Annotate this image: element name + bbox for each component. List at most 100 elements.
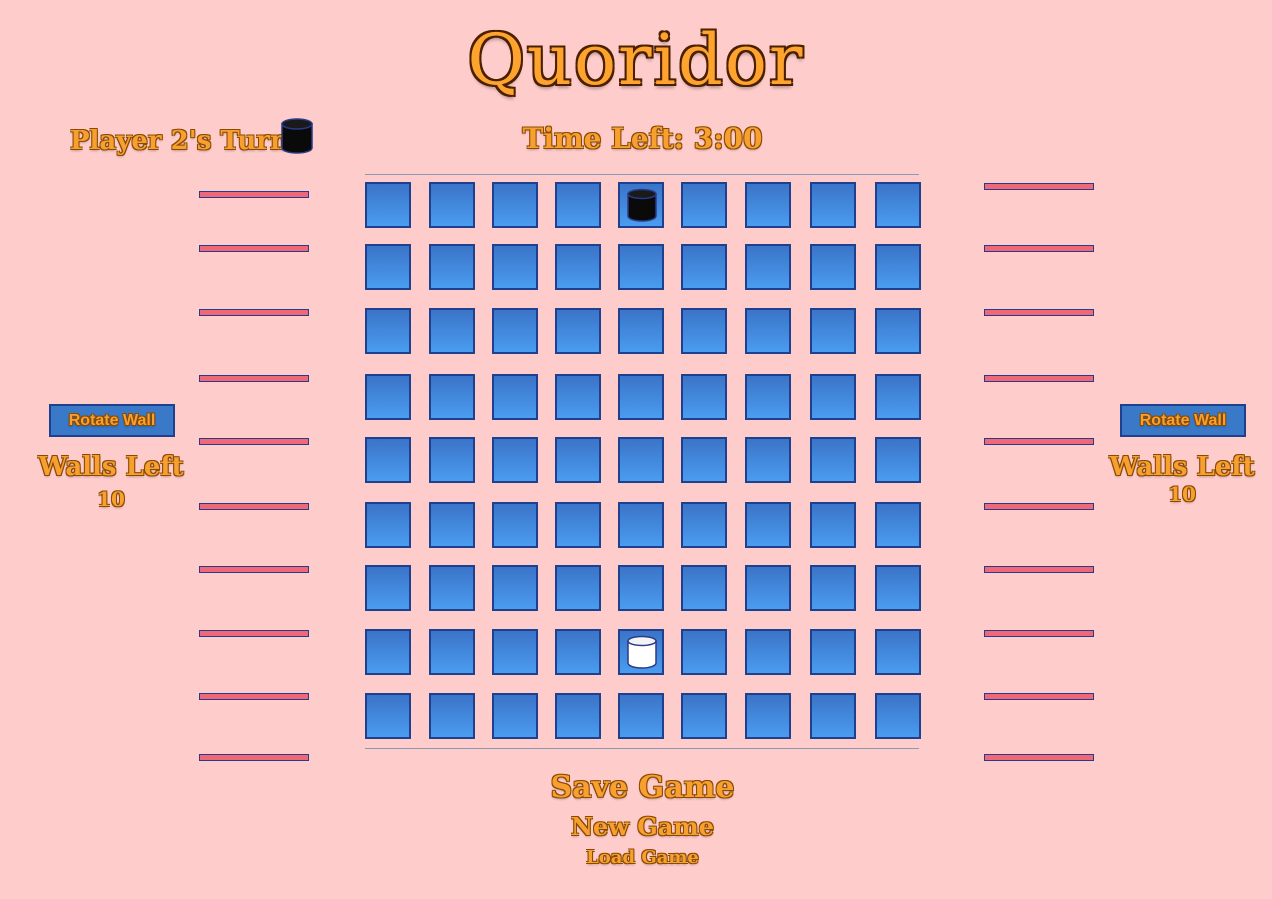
board-cell[interactable] — [365, 437, 411, 483]
board-cell[interactable] — [875, 565, 921, 611]
right-wall-piece[interactable] — [984, 566, 1094, 573]
left-wall-piece[interactable] — [199, 754, 309, 761]
board-cell[interactable] — [429, 565, 475, 611]
board-cell[interactable] — [492, 693, 538, 739]
right-wall-piece[interactable] — [984, 754, 1094, 761]
board-cell[interactable] — [365, 244, 411, 290]
board-cell[interactable] — [555, 182, 601, 228]
board-cell[interactable] — [681, 565, 727, 611]
board-cell[interactable] — [745, 437, 791, 483]
board-cell[interactable] — [618, 244, 664, 290]
board-cell[interactable] — [365, 308, 411, 354]
board-cell[interactable] — [618, 502, 664, 548]
board-cell[interactable] — [810, 629, 856, 675]
board-cell[interactable] — [492, 308, 538, 354]
new-game-button[interactable]: New Game — [0, 812, 1272, 841]
player-1-pawn-icon[interactable] — [626, 635, 658, 673]
right-rotate-wall-button[interactable]: Rotate Wall — [1120, 404, 1246, 437]
board-cell[interactable] — [810, 502, 856, 548]
board-cell[interactable] — [365, 629, 411, 675]
board-cell[interactable] — [681, 244, 727, 290]
board-cell[interactable] — [810, 244, 856, 290]
left-wall-piece[interactable] — [199, 191, 309, 198]
left-wall-piece[interactable] — [199, 630, 309, 637]
board-cell[interactable] — [681, 374, 727, 420]
board-cell[interactable] — [810, 693, 856, 739]
board-cell[interactable] — [429, 502, 475, 548]
board-cell[interactable] — [492, 565, 538, 611]
board-cell[interactable] — [875, 629, 921, 675]
board-cell[interactable] — [875, 182, 921, 228]
board-cell[interactable] — [618, 437, 664, 483]
board-cell[interactable] — [555, 693, 601, 739]
board-cell[interactable] — [618, 565, 664, 611]
board-cell[interactable] — [875, 502, 921, 548]
board-cell[interactable] — [618, 308, 664, 354]
board-cell[interactable] — [681, 182, 727, 228]
left-wall-piece[interactable] — [199, 566, 309, 573]
board-cell[interactable] — [745, 374, 791, 420]
right-wall-piece[interactable] — [984, 503, 1094, 510]
left-wall-piece[interactable] — [199, 375, 309, 382]
player-2-pawn-icon[interactable] — [626, 188, 658, 226]
right-wall-piece[interactable] — [984, 693, 1094, 700]
board-cell[interactable] — [745, 182, 791, 228]
right-wall-piece[interactable] — [984, 375, 1094, 382]
board-cell[interactable] — [745, 629, 791, 675]
right-wall-piece[interactable] — [984, 309, 1094, 316]
board-cell[interactable] — [681, 502, 727, 548]
board-cell[interactable] — [492, 374, 538, 420]
right-wall-piece[interactable] — [984, 630, 1094, 637]
left-wall-piece[interactable] — [199, 309, 309, 316]
board-cell[interactable] — [681, 629, 727, 675]
board-cell[interactable] — [555, 629, 601, 675]
board-cell[interactable] — [875, 374, 921, 420]
board-cell[interactable] — [875, 693, 921, 739]
board-cell[interactable] — [429, 437, 475, 483]
board-cell[interactable] — [492, 244, 538, 290]
board-cell[interactable] — [365, 374, 411, 420]
board-cell[interactable] — [681, 308, 727, 354]
board-cell[interactable] — [429, 182, 475, 228]
left-wall-piece[interactable] — [199, 245, 309, 252]
left-wall-piece[interactable] — [199, 503, 309, 510]
right-wall-piece[interactable] — [984, 438, 1094, 445]
board-cell[interactable] — [875, 437, 921, 483]
board-cell[interactable] — [365, 693, 411, 739]
board-cell[interactable] — [745, 565, 791, 611]
save-game-button[interactable]: Save Game — [0, 770, 1272, 805]
board-cell[interactable] — [555, 374, 601, 420]
board-cell[interactable] — [492, 437, 538, 483]
board-cell[interactable] — [429, 244, 475, 290]
left-wall-piece[interactable] — [199, 693, 309, 700]
board-cell[interactable] — [555, 244, 601, 290]
board-cell[interactable] — [745, 693, 791, 739]
board-cell[interactable] — [875, 308, 921, 354]
board-cell[interactable] — [365, 182, 411, 228]
board-cell[interactable] — [555, 308, 601, 354]
board-cell[interactable] — [555, 502, 601, 548]
board-cell[interactable] — [681, 437, 727, 483]
board-cell[interactable] — [555, 565, 601, 611]
board-cell[interactable] — [810, 308, 856, 354]
board-cell[interactable] — [492, 629, 538, 675]
board-cell[interactable] — [555, 437, 601, 483]
board-cell[interactable] — [745, 502, 791, 548]
board-cell[interactable] — [810, 182, 856, 228]
board-cell[interactable] — [810, 437, 856, 483]
board-cell[interactable] — [492, 502, 538, 548]
board-cell[interactable] — [365, 565, 411, 611]
board-cell[interactable] — [810, 374, 856, 420]
board-cell[interactable] — [429, 308, 475, 354]
left-wall-piece[interactable] — [199, 438, 309, 445]
board-cell[interactable] — [618, 693, 664, 739]
board-cell[interactable] — [745, 308, 791, 354]
board-cell[interactable] — [618, 374, 664, 420]
board-cell[interactable] — [681, 693, 727, 739]
board-cell[interactable] — [429, 374, 475, 420]
left-rotate-wall-button[interactable]: Rotate Wall — [49, 404, 175, 437]
board-cell[interactable] — [745, 244, 791, 290]
board-cell[interactable] — [810, 565, 856, 611]
board-cell[interactable] — [875, 244, 921, 290]
board-cell[interactable] — [492, 182, 538, 228]
